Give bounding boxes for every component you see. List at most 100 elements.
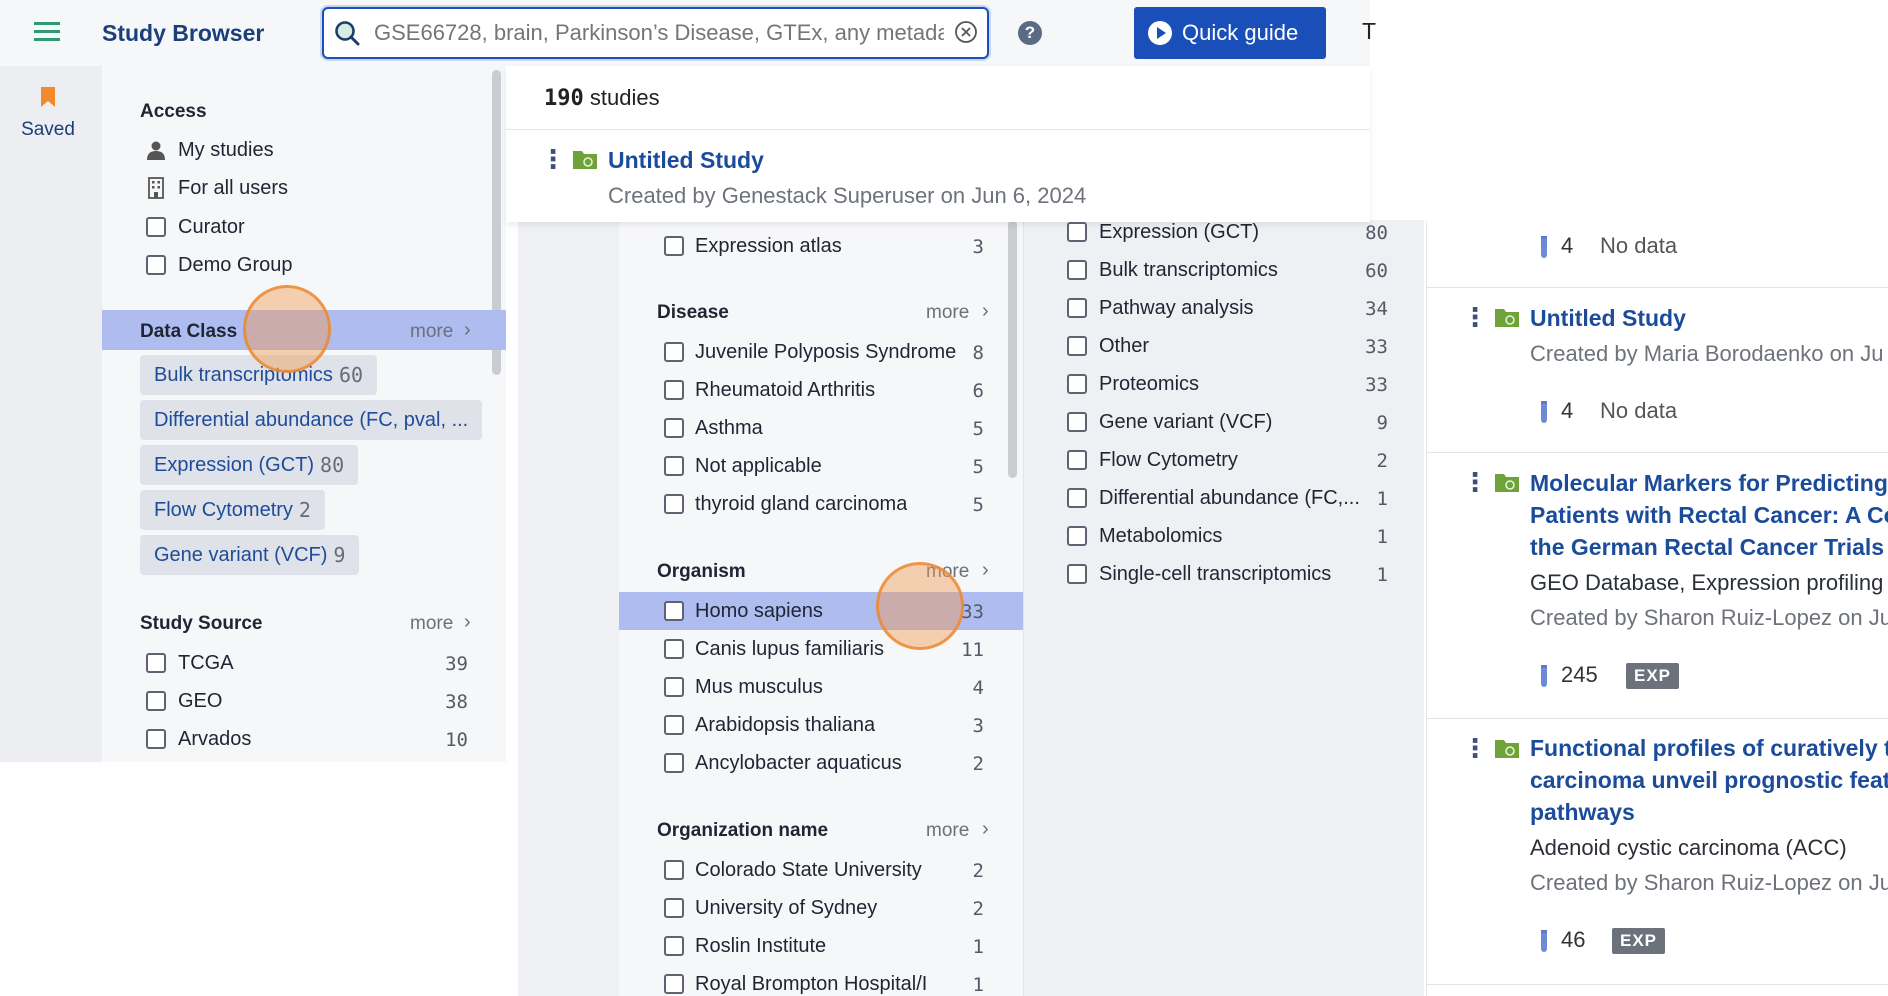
card3-meta: Created by Sharon Ruiz-Lopez on Ju [1530, 870, 1888, 895]
checkbox-disease-1[interactable] [664, 380, 684, 400]
study-menu-icon[interactable]: ⋮ [540, 146, 566, 172]
organism-item: Mus musculus [695, 676, 823, 698]
access-my-studies[interactable]: My studies [178, 139, 274, 162]
organization-item: Colorado State University [695, 859, 922, 881]
study-menu-icon[interactable]: ⋮ [1462, 304, 1488, 330]
organism-item: Arabidopsis thaliana [695, 714, 876, 736]
mid-scrollbar[interactable] [1008, 220, 1017, 478]
dc-item: Gene variant (VCF) [1099, 411, 1273, 433]
checkbox-dc-5[interactable] [1067, 412, 1087, 432]
checkbox-organization-1[interactable] [664, 898, 684, 918]
organism-count: 2 [972, 753, 984, 775]
chevron-right-icon[interactable]: › [464, 319, 471, 342]
dc-count: 1 [1376, 564, 1388, 586]
search-box[interactable] [322, 7, 989, 59]
checkbox-organism-4[interactable] [664, 753, 684, 773]
checkbox-dc-1[interactable] [1067, 260, 1087, 280]
expression-atlas-label: Expression atlas [695, 235, 842, 257]
clear-icon[interactable] [954, 20, 978, 44]
card2-title-line[interactable]: Patients with Rectal Cancer: A Com [1530, 502, 1888, 529]
sample-tube-icon [1538, 664, 1550, 688]
organization-item: University of Sydney [695, 897, 878, 919]
study-source-more[interactable]: more [410, 613, 453, 635]
study-menu-icon[interactable]: ⋮ [1462, 469, 1488, 495]
chevron-right-icon[interactable]: › [464, 611, 471, 634]
card0-data: No data [1600, 233, 1678, 258]
card2-sub: GEO Database, Expression profiling [1530, 570, 1884, 595]
chevron-right-icon[interactable]: › [982, 300, 989, 323]
organization-more[interactable]: more [926, 820, 969, 842]
checkbox-organization-0[interactable] [664, 860, 684, 880]
card2-title-line[interactable]: the German Rectal Cancer Trials [1530, 534, 1884, 561]
checkbox-dc-3[interactable] [1067, 336, 1087, 356]
card2-meta: Created by Sharon Ruiz-Lopez on Ju [1530, 605, 1888, 630]
card3-title-line[interactable]: Functional profiles of curatively tre [1530, 735, 1888, 762]
organization-count: 2 [972, 898, 984, 920]
disease-count: 5 [972, 418, 984, 440]
card3-title-line[interactable]: carcinoma unveil prognostic feature [1530, 767, 1888, 794]
checkbox-tcga[interactable] [146, 653, 166, 673]
chip-differential-abundance[interactable]: Differential abundance (FC, pval, ... [140, 400, 483, 440]
access-title: Access [140, 101, 207, 122]
checkbox-disease-0[interactable] [664, 342, 684, 362]
saved-item[interactable]: Saved [0, 86, 96, 146]
organization-count: 2 [972, 860, 984, 882]
organization-title: Organization name [657, 820, 829, 841]
organization-count: 1 [972, 936, 984, 958]
dc-count: 9 [1376, 412, 1388, 434]
dc-item: Pathway analysis [1099, 297, 1254, 319]
bookmark-icon [40, 86, 56, 108]
checkbox-disease-3[interactable] [664, 456, 684, 476]
organism-item: Ancylobacter aquaticus [695, 752, 902, 774]
card3-title-line[interactable]: pathways [1530, 799, 1635, 826]
checkbox-dc-9[interactable] [1067, 564, 1087, 584]
checkbox-dc-6[interactable] [1067, 450, 1087, 470]
chevron-right-icon[interactable]: › [982, 818, 989, 841]
checkbox-organization-3[interactable] [664, 974, 684, 994]
source-tcga-count: 39 [445, 653, 468, 675]
chevron-right-icon[interactable]: › [982, 559, 989, 582]
expression-atlas-count: 3 [972, 236, 984, 258]
checkbox-organism-0[interactable] [664, 601, 684, 621]
access-for-all-users[interactable]: For all users [178, 177, 288, 200]
checkbox-disease-4[interactable] [664, 494, 684, 514]
quick-guide-button[interactable]: Quick guide [1134, 7, 1326, 59]
chip-gene-variant[interactable]: Gene variant (VCF) 9 [140, 535, 360, 575]
checkbox-dc-2[interactable] [1067, 298, 1087, 318]
dc-item: Differential abundance (FC,... [1099, 487, 1360, 509]
checkbox-arvados[interactable] [146, 729, 166, 749]
checkbox-disease-2[interactable] [664, 418, 684, 438]
chip-expression-gct[interactable]: Expression (GCT) 80 [140, 445, 359, 485]
search-input[interactable] [374, 17, 944, 49]
checkbox-dc-8[interactable] [1067, 526, 1087, 546]
card1-meta: Created by Maria Borodaenko on Ju [1530, 341, 1884, 366]
dc-count: 1 [1376, 526, 1388, 548]
dc-item: Expression (GCT) [1099, 221, 1260, 243]
top-study-title[interactable]: Untitled Study [608, 147, 764, 174]
dc-item: Other [1099, 335, 1150, 357]
checkbox-geo[interactable] [146, 691, 166, 711]
dc-count: 60 [1365, 260, 1388, 282]
checkbox-curator[interactable] [146, 217, 166, 237]
checkbox-dc-4[interactable] [1067, 374, 1087, 394]
study-source-title: Study Source [140, 613, 263, 634]
data-class-more[interactable]: more [410, 321, 453, 343]
checkbox-demo-group[interactable] [146, 255, 166, 275]
checkbox-organism-2[interactable] [664, 677, 684, 697]
checkbox-organism-1[interactable] [664, 639, 684, 659]
disease-count: 6 [972, 380, 984, 402]
app-title[interactable]: Study Browser [102, 20, 264, 47]
menu-icon[interactable] [34, 22, 60, 42]
checkbox-organization-2[interactable] [664, 936, 684, 956]
disease-more[interactable]: more [926, 302, 969, 324]
study-menu-icon[interactable]: ⋮ [1462, 735, 1488, 761]
chip-flow-cytometry[interactable]: Flow Cytometry 2 [140, 490, 325, 530]
help-icon[interactable]: ? [1018, 21, 1042, 45]
checkbox-dc-0[interactable] [1067, 222, 1087, 242]
card2-title-line[interactable]: Molecular Markers for Predicting Tr [1530, 470, 1888, 497]
checkbox-dc-7[interactable] [1067, 488, 1087, 508]
checkbox-organism-3[interactable] [664, 715, 684, 735]
card1-title[interactable]: Untitled Study [1530, 305, 1686, 332]
dc-count: 33 [1365, 336, 1388, 358]
checkbox-expression-atlas[interactable] [664, 236, 684, 256]
